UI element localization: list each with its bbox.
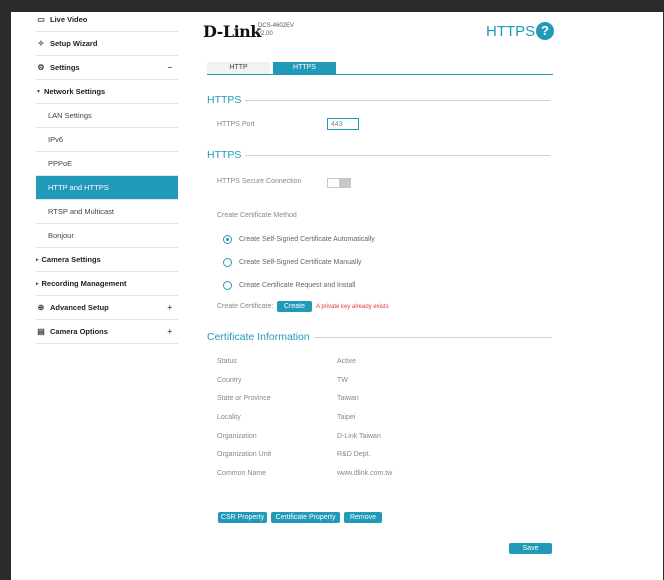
sidebar-item-network-settings[interactable]: ▼ Network Settings: [36, 80, 178, 104]
tab-https[interactable]: HTTPS: [273, 62, 336, 74]
sidebar: ▭ Live Video ✧ Setup Wizard ⚙ Settings −…: [36, 8, 178, 344]
page-title: HTTPS: [486, 23, 536, 40]
chevron-right-icon: ▸: [36, 256, 39, 263]
sidebar-item-label: Bonjour: [48, 231, 74, 240]
cert-value-state: Taiwan: [337, 395, 359, 402]
sidebar-item-recording-management[interactable]: ▸ Recording Management: [36, 272, 178, 296]
https-port-input[interactable]: 443: [327, 118, 359, 130]
radio-label: Create Self-Signed Certificate Automatic…: [239, 236, 375, 243]
remove-button[interactable]: Remove: [344, 512, 382, 523]
cert-value-organization: D-Link Taiwan: [337, 433, 381, 440]
radio-label: Create Self-Signed Certificate Manually: [239, 259, 362, 266]
video-icon: ▭: [37, 15, 45, 24]
create-method-label: Create Certificate Method: [217, 212, 297, 219]
radio-self-signed-manual[interactable]: Create Self-Signed Certificate Manually: [223, 258, 362, 267]
sidebar-item-setup-wizard[interactable]: ✧ Setup Wizard: [36, 32, 178, 56]
cert-label-common-name: Common Name: [217, 470, 267, 477]
section-https-secure-header: HTTPS: [207, 149, 551, 161]
sidebar-item-label: RTSP and Multicast: [48, 207, 115, 216]
camera-options-icon: ▤: [37, 327, 45, 336]
sidebar-item-label: Camera Settings: [41, 255, 101, 264]
section-cert-info-header: Certificate Information: [207, 331, 552, 343]
cert-label-org-unit: Organization Unit: [217, 451, 272, 458]
certificate-property-button[interactable]: Certificate Property: [271, 512, 340, 523]
create-button[interactable]: Create: [277, 301, 312, 312]
section-title: HTTPS: [207, 94, 242, 106]
expand-icon: +: [167, 327, 172, 336]
sidebar-item-label: Network Settings: [43, 87, 106, 96]
sidebar-item-lan-settings[interactable]: LAN Settings: [36, 104, 178, 128]
radio-request-install[interactable]: Create Certificate Request and Install: [223, 281, 355, 290]
sidebar-item-rtsp-multicast[interactable]: RTSP and Multicast: [36, 200, 178, 224]
section-title: Certificate Information: [207, 331, 310, 343]
sidebar-item-label: IPv6: [48, 135, 64, 144]
chevron-right-icon: ▸: [36, 280, 39, 287]
sidebar-item-bonjour[interactable]: Bonjour: [36, 224, 178, 248]
https-port-label: HTTPS Port: [217, 121, 255, 128]
model-info: DCS-4602EV v2.00: [258, 22, 294, 38]
radio-icon: [223, 258, 232, 267]
sidebar-item-label: PPPoE: [48, 159, 73, 168]
sidebar-item-pppoe[interactable]: PPPoE: [36, 152, 178, 176]
sidebar-item-label: Setup Wizard: [50, 39, 98, 48]
divider: [245, 99, 551, 101]
expand-icon: +: [167, 303, 172, 312]
firmware-version: v2.00: [258, 31, 273, 37]
sidebar-item-live-video[interactable]: ▭ Live Video: [36, 8, 178, 32]
tab-http[interactable]: HTTP: [207, 62, 270, 74]
cert-label-status: Status: [217, 358, 237, 365]
sidebar-item-label: Recording Management: [41, 279, 127, 288]
cert-label-country: Country: [217, 377, 242, 384]
radio-label: Create Certificate Request and Install: [239, 282, 356, 289]
cert-value-common-name: www.dlink.com.tw: [337, 470, 393, 477]
private-key-warning: A private key already exists: [316, 304, 389, 310]
sidebar-item-advanced-setup[interactable]: ⊕ Advanced Setup +: [36, 296, 178, 320]
divider: [313, 336, 552, 338]
advanced-icon: ⊕: [37, 303, 45, 312]
sidebar-item-label: Settings: [50, 63, 80, 72]
gear-icon: ⚙: [37, 63, 45, 72]
section-https-header: HTTPS: [207, 94, 551, 106]
collapse-icon: −: [167, 63, 172, 72]
cert-value-country: TW: [337, 377, 348, 384]
sidebar-item-label: Live Video: [50, 15, 88, 24]
help-icon[interactable]: ?: [536, 22, 554, 40]
cert-label-locality: Locality: [217, 414, 241, 421]
divider: [245, 154, 551, 156]
model-name: DCS-4602EV: [258, 23, 295, 29]
cert-value-locality: Taipei: [337, 414, 356, 421]
sidebar-item-camera-options[interactable]: ▤ Camera Options +: [36, 320, 178, 344]
create-certificate-label: Create Certificate:: [217, 303, 274, 310]
https-secure-toggle[interactable]: [327, 178, 351, 188]
sidebar-item-ipv6[interactable]: IPv6: [36, 128, 178, 152]
https-secure-label: HTTPS Secure Connection: [217, 178, 302, 185]
sidebar-item-label: LAN Settings: [48, 111, 92, 120]
dlink-logo: D-Link: [203, 22, 261, 41]
radio-icon: [223, 281, 232, 290]
section-title: HTTPS: [207, 149, 242, 161]
cert-label-organization: Organization: [217, 433, 257, 440]
sidebar-item-label: Advanced Setup: [50, 303, 109, 312]
cert-label-state: State or Province: [217, 395, 271, 402]
sidebar-item-settings[interactable]: ⚙ Settings −: [36, 56, 178, 80]
tab-underline: [207, 74, 553, 75]
wand-icon: ✧: [37, 39, 45, 48]
csr-property-button[interactable]: CSR Property: [218, 512, 267, 523]
sidebar-item-label: Camera Options: [50, 327, 108, 336]
toggle-knob: [328, 179, 339, 187]
cert-value-status: Active: [337, 358, 357, 365]
radio-selected-icon: [223, 235, 232, 244]
save-button[interactable]: Save: [509, 543, 552, 554]
radio-self-signed-auto[interactable]: Create Self-Signed Certificate Automatic…: [223, 235, 375, 244]
cert-value-org-unit: R&D Dept.: [337, 451, 371, 458]
chevron-down-icon: ▼: [36, 88, 41, 95]
sidebar-item-camera-settings[interactable]: ▸ Camera Settings: [36, 248, 178, 272]
sidebar-item-label: HTTP and HTTPS: [48, 183, 109, 192]
sidebar-item-http-https[interactable]: HTTP and HTTPS: [36, 176, 178, 200]
